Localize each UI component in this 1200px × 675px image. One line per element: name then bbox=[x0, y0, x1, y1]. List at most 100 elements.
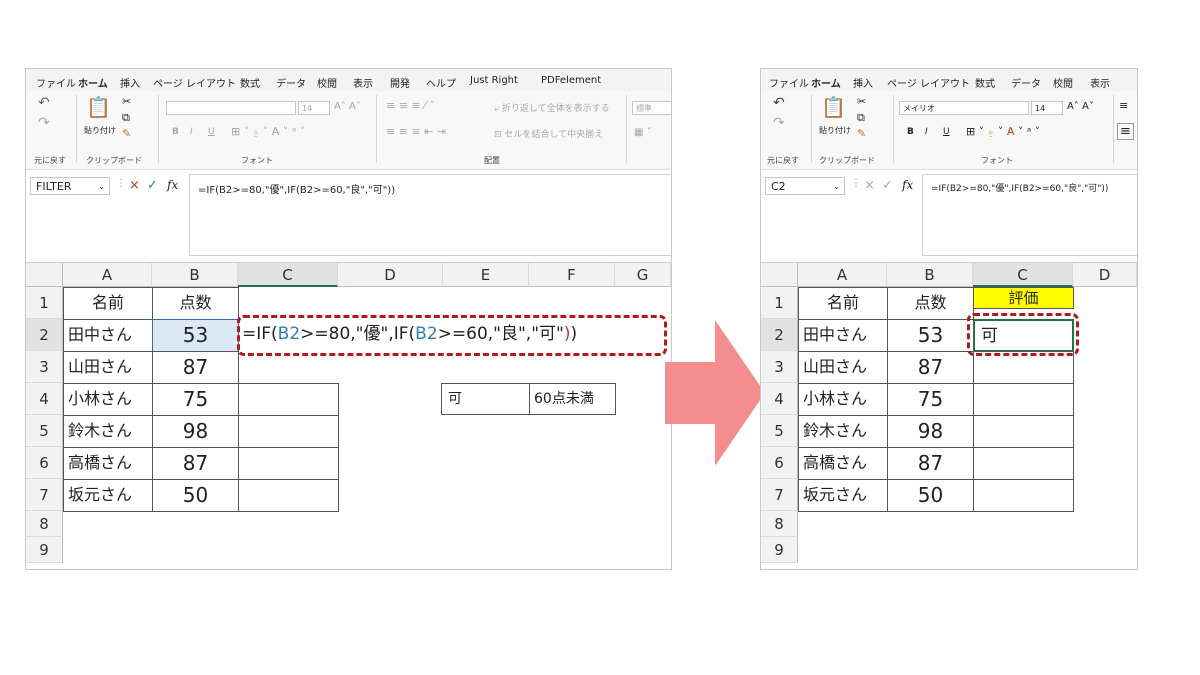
grow-font-icon[interactable]: A˄ A˅ bbox=[1067, 101, 1094, 112]
cell-a7[interactable]: 坂元さん bbox=[798, 479, 888, 512]
bold-button[interactable]: B bbox=[172, 127, 179, 137]
undo-icon[interactable]: ↶ bbox=[38, 95, 50, 111]
tab-home[interactable]: ホーム bbox=[78, 75, 108, 93]
wrap-text-button[interactable]: ⤶ 折り返して全体を表示する bbox=[494, 101, 610, 114]
cell-b7[interactable]: 50 bbox=[887, 479, 974, 512]
cell-a5[interactable]: 鈴木さん bbox=[63, 415, 153, 448]
cell-c5[interactable] bbox=[238, 415, 339, 448]
font-name-select[interactable]: メイリオ bbox=[899, 101, 1029, 115]
cell-b4[interactable]: 75 bbox=[152, 383, 239, 416]
merge-center-button[interactable]: ⊟ セルを結合して中央揃え bbox=[494, 127, 603, 140]
format-painter-icon[interactable]: ✎ bbox=[122, 127, 131, 140]
row-header-1[interactable]: 1 bbox=[761, 287, 798, 319]
font-size-select[interactable]: 14 bbox=[1031, 101, 1063, 115]
col-header-e[interactable]: E bbox=[443, 263, 529, 287]
formula-input[interactable]: =IF(B2>=80,"優",IF(B2>=60,"良","可")) bbox=[189, 174, 671, 256]
name-box[interactable]: C2 ⌄ bbox=[765, 177, 845, 195]
cell-b6[interactable]: 87 bbox=[152, 447, 239, 480]
cancel-icon[interactable]: × bbox=[864, 178, 875, 193]
tab-review[interactable]: 校閲 bbox=[317, 75, 337, 90]
underline-button[interactable]: U bbox=[208, 127, 215, 137]
border-icon[interactable]: ⊞ ˅ ⍚ ˅ A ˅ ᵃ ˅ bbox=[231, 125, 305, 139]
align-icon[interactable]: ≡ bbox=[1119, 99, 1128, 112]
cell-b4[interactable]: 75 bbox=[887, 383, 974, 416]
tab-formulas[interactable]: 数式 bbox=[975, 75, 995, 90]
row-header-7[interactable]: 7 bbox=[26, 479, 63, 511]
copy-icon[interactable]: ⧉ bbox=[122, 111, 130, 125]
cell-c5[interactable] bbox=[973, 415, 1074, 448]
col-header-d[interactable]: D bbox=[1073, 263, 1137, 287]
align-left-icon[interactable]: ≡ bbox=[1117, 123, 1134, 140]
col-header-b[interactable]: B bbox=[152, 263, 238, 287]
tab-page-layout[interactable]: ページ レイアウト bbox=[887, 75, 970, 90]
paste-icon[interactable]: 📋 bbox=[86, 95, 111, 119]
row-header-3[interactable]: 3 bbox=[26, 351, 63, 383]
tab-page-layout[interactable]: ページ レイアウト bbox=[153, 75, 236, 90]
cell-a1[interactable]: 名前 bbox=[798, 287, 888, 320]
cell-a6[interactable]: 高橋さん bbox=[63, 447, 153, 480]
redo-icon[interactable]: ↷ bbox=[773, 115, 785, 131]
cell-c4[interactable] bbox=[238, 383, 339, 416]
cell-c7[interactable] bbox=[238, 479, 339, 512]
cell-b1[interactable]: 点数 bbox=[887, 287, 974, 320]
formula-input[interactable]: =IF(B2>=80,"優",IF(B2>=60,"良","可")) bbox=[922, 174, 1137, 256]
cell-a5[interactable]: 鈴木さん bbox=[798, 415, 888, 448]
confirm-icon[interactable]: ✓ bbox=[882, 178, 893, 193]
cell-a2[interactable]: 田中さん bbox=[798, 319, 888, 352]
row-header-7[interactable]: 7 bbox=[761, 479, 798, 511]
row-header-8[interactable]: 8 bbox=[26, 511, 63, 537]
tab-pdfelement[interactable]: PDFelement bbox=[541, 75, 601, 86]
col-header-d[interactable]: D bbox=[338, 263, 443, 287]
col-header-c[interactable]: C bbox=[973, 263, 1073, 287]
cell-b7[interactable]: 50 bbox=[152, 479, 239, 512]
cut-icon[interactable]: ✂ bbox=[122, 95, 131, 108]
cell-b5[interactable]: 98 bbox=[887, 415, 974, 448]
cell-a4[interactable]: 小林さん bbox=[798, 383, 888, 416]
paste-label[interactable]: 貼り付け bbox=[84, 125, 116, 136]
col-header-b[interactable]: B bbox=[887, 263, 973, 287]
cell-b2[interactable]: 53 bbox=[887, 319, 974, 352]
currency-icon[interactable]: ▦ ˅ bbox=[634, 127, 652, 138]
row-header-6[interactable]: 6 bbox=[26, 447, 63, 479]
row-header-2[interactable]: 2 bbox=[26, 319, 63, 351]
row-header-8[interactable]: 8 bbox=[761, 511, 798, 537]
tab-just-right[interactable]: Just Right bbox=[470, 75, 518, 86]
italic-button[interactable]: I bbox=[925, 127, 928, 137]
format-painter-icon[interactable]: ✎ bbox=[857, 127, 866, 140]
copy-icon[interactable]: ⧉ bbox=[857, 111, 865, 125]
col-header-f[interactable]: F bbox=[529, 263, 615, 287]
cell-c6[interactable] bbox=[973, 447, 1074, 480]
row-header-3[interactable]: 3 bbox=[761, 351, 798, 383]
row-header-4[interactable]: 4 bbox=[26, 383, 63, 415]
col-header-a[interactable]: A bbox=[63, 263, 152, 287]
cancel-icon[interactable]: × bbox=[129, 178, 140, 193]
cell-a7[interactable]: 坂元さん bbox=[63, 479, 153, 512]
row-header-2[interactable]: 2 bbox=[761, 319, 798, 351]
font-size-select[interactable]: 14 bbox=[298, 101, 330, 115]
cell-a3[interactable]: 山田さん bbox=[798, 351, 888, 384]
undo-icon[interactable]: ↶ bbox=[773, 95, 785, 111]
border-icon[interactable]: ⊞ ˅ ⍚ ˅ A ˅ ᵃ ˅ bbox=[966, 125, 1040, 139]
font-name-select[interactable] bbox=[166, 101, 296, 115]
cell-b2[interactable]: 53 bbox=[152, 319, 239, 352]
tab-review[interactable]: 校閲 bbox=[1053, 75, 1073, 90]
cell-f4[interactable]: 60点未満 bbox=[529, 383, 616, 415]
row-header-5[interactable]: 5 bbox=[26, 415, 63, 447]
row-header-1[interactable]: 1 bbox=[26, 287, 63, 319]
tab-data[interactable]: データ bbox=[1011, 75, 1041, 90]
row-header-5[interactable]: 5 bbox=[761, 415, 798, 447]
cell-a3[interactable]: 山田さん bbox=[63, 351, 153, 384]
paste-icon[interactable]: 📋 bbox=[821, 95, 846, 119]
tab-home[interactable]: ホーム bbox=[811, 75, 841, 93]
cell-c7[interactable] bbox=[973, 479, 1074, 512]
row-header-9[interactable]: 9 bbox=[761, 537, 798, 563]
col-header-a[interactable]: A bbox=[798, 263, 887, 287]
cell-c1[interactable]: 評価 bbox=[973, 287, 1074, 309]
paste-label[interactable]: 貼り付け bbox=[819, 125, 851, 136]
cell-a1[interactable]: 名前 bbox=[63, 287, 153, 320]
underline-button[interactable]: U bbox=[943, 127, 950, 137]
confirm-icon[interactable]: ✓ bbox=[147, 178, 158, 193]
cell-c4[interactable] bbox=[973, 383, 1074, 416]
row-header-9[interactable]: 9 bbox=[26, 537, 63, 563]
tab-insert[interactable]: 挿入 bbox=[853, 75, 873, 90]
